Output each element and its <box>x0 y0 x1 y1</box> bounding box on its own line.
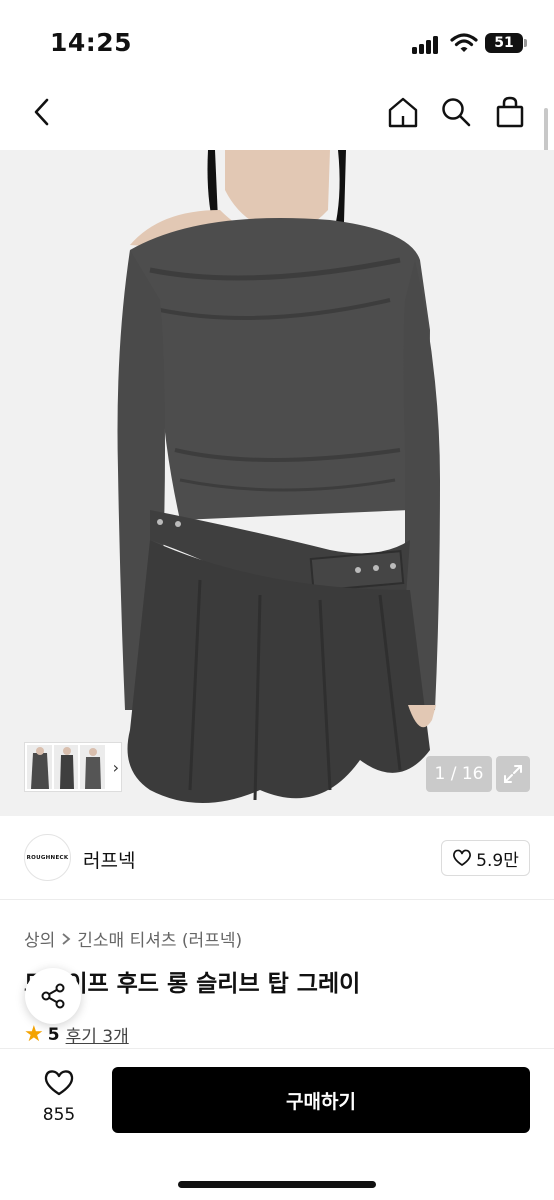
expand-icon <box>504 765 522 783</box>
bottom-bar: 855 구매하기 <box>0 1048 554 1200</box>
status-time: 14:25 <box>50 28 133 57</box>
share-button[interactable] <box>25 968 81 1024</box>
thumbnail[interactable] <box>53 745 79 789</box>
buy-button[interactable]: 구매하기 <box>112 1067 530 1133</box>
chevron-right-icon[interactable]: › <box>113 758 119 777</box>
search-icon <box>442 98 471 127</box>
signal-icon <box>412 34 442 54</box>
breadcrumb-subcategory[interactable]: 긴소매 티셔츠 (러프넥) <box>77 926 242 951</box>
wishlist-count: 855 <box>42 1105 76 1125</box>
brand-row: ROUGHNECK 러프넥 5.9만 <box>0 816 554 900</box>
thumbnail[interactable] <box>27 745 52 789</box>
status-bar: 14:25 51 <box>0 0 554 84</box>
back-button[interactable] <box>22 92 62 132</box>
wishlist-button[interactable]: 855 <box>28 1069 90 1131</box>
breadcrumb: 상의 긴소매 티셔츠 (러프넥) <box>24 926 242 951</box>
chevron-left-icon <box>34 98 49 126</box>
brand-name[interactable]: 러프넥 <box>83 846 135 873</box>
brand-like-button[interactable]: 5.9만 <box>441 840 530 876</box>
heart-icon <box>453 849 472 866</box>
search-button[interactable] <box>436 92 476 132</box>
home-button[interactable] <box>383 92 423 132</box>
chevron-right-icon <box>62 932 71 945</box>
star-icon: ★ <box>24 1022 44 1047</box>
share-icon <box>41 983 65 1009</box>
nav-bar <box>0 84 554 144</box>
reviews-link[interactable]: 후기 3개 <box>66 1022 129 1047</box>
brand-logo[interactable]: ROUGHNECK <box>24 834 71 881</box>
battery-icon: 51 <box>485 33 527 53</box>
home-indicator <box>178 1181 376 1188</box>
rating-score: 5 <box>47 1024 60 1045</box>
wifi-icon <box>450 32 478 54</box>
brand-like-count: 5.9만 <box>476 850 519 871</box>
breadcrumb-category[interactable]: 상의 <box>24 926 55 951</box>
image-page-counter: 1 / 16 <box>426 756 492 792</box>
rating-row: ★ 5 후기 3개 <box>24 1022 129 1047</box>
heart-icon <box>44 1070 74 1096</box>
shopping-bag-icon <box>496 96 524 128</box>
thumbnail-strip[interactable]: › <box>24 742 122 792</box>
expand-button[interactable] <box>496 756 530 792</box>
product-image[interactable]: › <box>0 150 554 816</box>
thumbnail[interactable] <box>80 745 105 789</box>
cart-button[interactable] <box>490 92 530 132</box>
home-icon <box>388 97 418 128</box>
